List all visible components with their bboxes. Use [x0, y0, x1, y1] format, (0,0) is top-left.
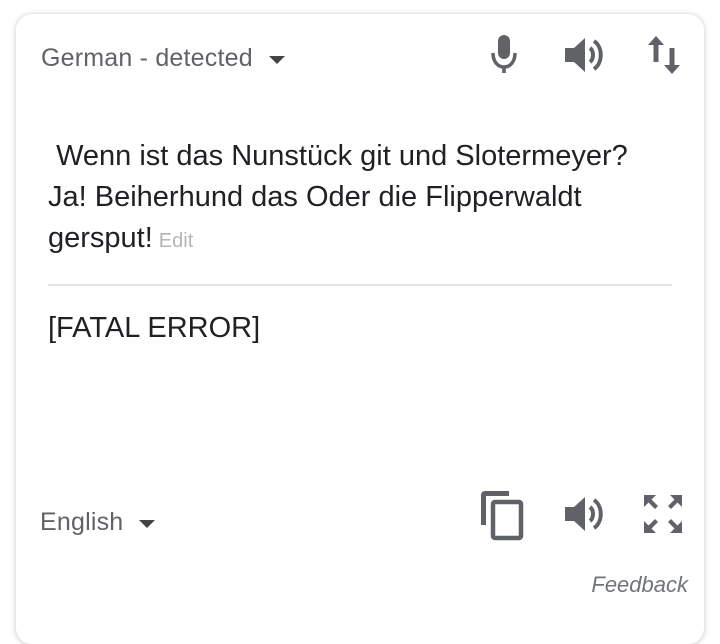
copy-translation-button[interactable] — [478, 488, 526, 542]
translation-listen-button[interactable] — [562, 493, 608, 535]
feedback-link[interactable]: Feedback — [591, 572, 688, 598]
source-language-dropdown-icon — [268, 55, 285, 64]
fullscreen-button[interactable] — [640, 492, 686, 536]
speaker-icon — [565, 38, 603, 72]
source-listen-button[interactable] — [562, 34, 608, 76]
source-text-content: Wenn ist das Nunstück git und Slotermeye… — [48, 140, 636, 254]
target-language-select[interactable]: English — [40, 508, 156, 537]
divider — [48, 284, 672, 286]
source-language-label: German - detected — [41, 44, 253, 72]
source-language-select[interactable]: German - detected — [41, 44, 285, 73]
microphone-icon — [491, 35, 517, 73]
target-language-label: English — [40, 508, 124, 536]
speaker-icon — [565, 497, 603, 531]
swap-languages-button[interactable] — [646, 34, 682, 76]
translate-card: German - detected Wenn ist das Nunstück … — [16, 14, 704, 644]
voice-input-button[interactable] — [486, 34, 522, 74]
source-text[interactable]: Wenn ist das Nunstück git und Slotermeye… — [48, 136, 668, 262]
target-language-dropdown-icon — [139, 519, 156, 528]
fullscreen-icon — [644, 495, 682, 533]
copy-icon — [481, 491, 524, 541]
edit-link[interactable]: Edit — [159, 230, 193, 252]
swap-languages-icon — [648, 36, 680, 74]
translation-text: [FATAL ERROR] — [48, 312, 261, 344]
